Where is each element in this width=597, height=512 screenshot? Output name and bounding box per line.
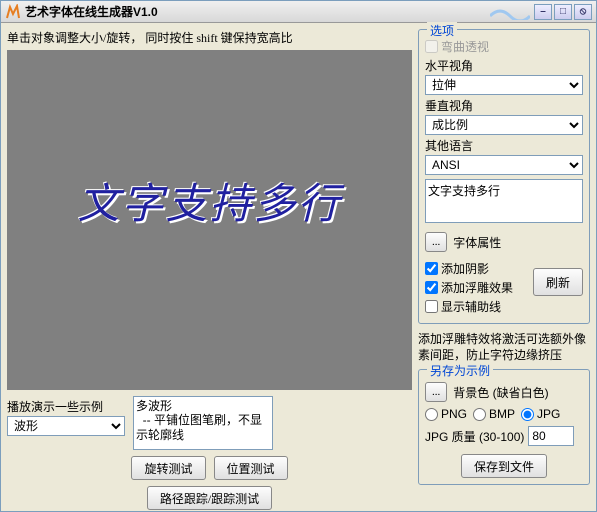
example-select[interactable]: 波形	[7, 416, 125, 436]
app-window: 艺术字体在线生成器V1.0 – □ ⦸ 单击对象调整大小/旋转， 同时按住 sh…	[0, 0, 597, 512]
position-test-button[interactable]: 位置测试	[214, 456, 288, 480]
font-browse-button[interactable]: ...	[425, 232, 447, 252]
guides-label: 显示辅助线	[441, 298, 501, 315]
lang-label: 其他语言	[425, 137, 583, 154]
hview-select[interactable]: 拉伸	[425, 75, 583, 95]
close-button[interactable]: ⦸	[574, 4, 592, 20]
vview-label: 垂直视角	[425, 97, 583, 114]
png-radio[interactable]	[425, 408, 438, 421]
save-button[interactable]: 保存到文件	[461, 454, 547, 478]
app-icon	[5, 4, 21, 20]
bgcolor-label: 背景色 (缺省白色)	[453, 384, 548, 401]
guides-checkbox[interactable]	[425, 300, 438, 313]
shadow-label: 添加阴影	[441, 260, 489, 277]
text-input[interactable]: 文字支持多行	[425, 179, 583, 223]
quality-input[interactable]	[528, 426, 574, 446]
title-decoration	[490, 4, 530, 20]
emboss-label: 添加浮雕效果	[441, 279, 513, 296]
jpg-radio[interactable]	[521, 408, 534, 421]
lang-select[interactable]: ANSI	[425, 155, 583, 175]
maximize-button[interactable]: □	[554, 4, 572, 20]
preview-canvas[interactable]: 文字支持多行	[7, 50, 412, 390]
path-trace-button[interactable]: 路径跟踪/跟踪测试	[147, 486, 272, 510]
font-prop-label: 字体属性	[453, 234, 501, 251]
bend-label: 弯曲透视	[441, 38, 489, 55]
shadow-checkbox[interactable]	[425, 262, 438, 275]
bmp-radio[interactable]	[473, 408, 486, 421]
hint-text: 单击对象调整大小/旋转， 同时按住 shift 键保持宽高比	[7, 29, 412, 46]
window-title: 艺术字体在线生成器V1.0	[25, 3, 490, 20]
bgcolor-browse-button[interactable]: ...	[425, 382, 447, 402]
refresh-button[interactable]: 刷新	[533, 268, 583, 296]
art-text-preview[interactable]: 文字支持多行	[77, 170, 341, 231]
options-legend: 选项	[427, 22, 457, 39]
minimize-button[interactable]: –	[534, 4, 552, 20]
hview-label: 水平视角	[425, 57, 583, 74]
rotate-test-button[interactable]: 旋转测试	[131, 456, 205, 480]
save-as-fieldset: 另存为示例 ... 背景色 (缺省白色) PNG BMP JPG JPG 质量 …	[418, 369, 590, 485]
bend-checkbox	[425, 40, 438, 53]
examples-label: 播放演示一些示例	[7, 398, 127, 415]
emboss-note: 添加浮雕特效将激活可选额外像素间距，防止字符边缘挤压	[418, 332, 590, 363]
titlebar: 艺术字体在线生成器V1.0 – □ ⦸	[1, 1, 596, 23]
quality-label: JPG 质量 (30-100)	[425, 428, 524, 445]
vview-select[interactable]: 成比例	[425, 115, 583, 135]
emboss-checkbox[interactable]	[425, 281, 438, 294]
save-as-legend: 另存为示例	[427, 362, 493, 379]
options-fieldset: 选项 弯曲透视 水平视角 拉伸 垂直视角 成比例 其他语言 ANSI 文字支持多…	[418, 29, 590, 324]
example-description: 多波形 -- 平铺位图笔刷，不显示轮廓线	[133, 396, 273, 450]
